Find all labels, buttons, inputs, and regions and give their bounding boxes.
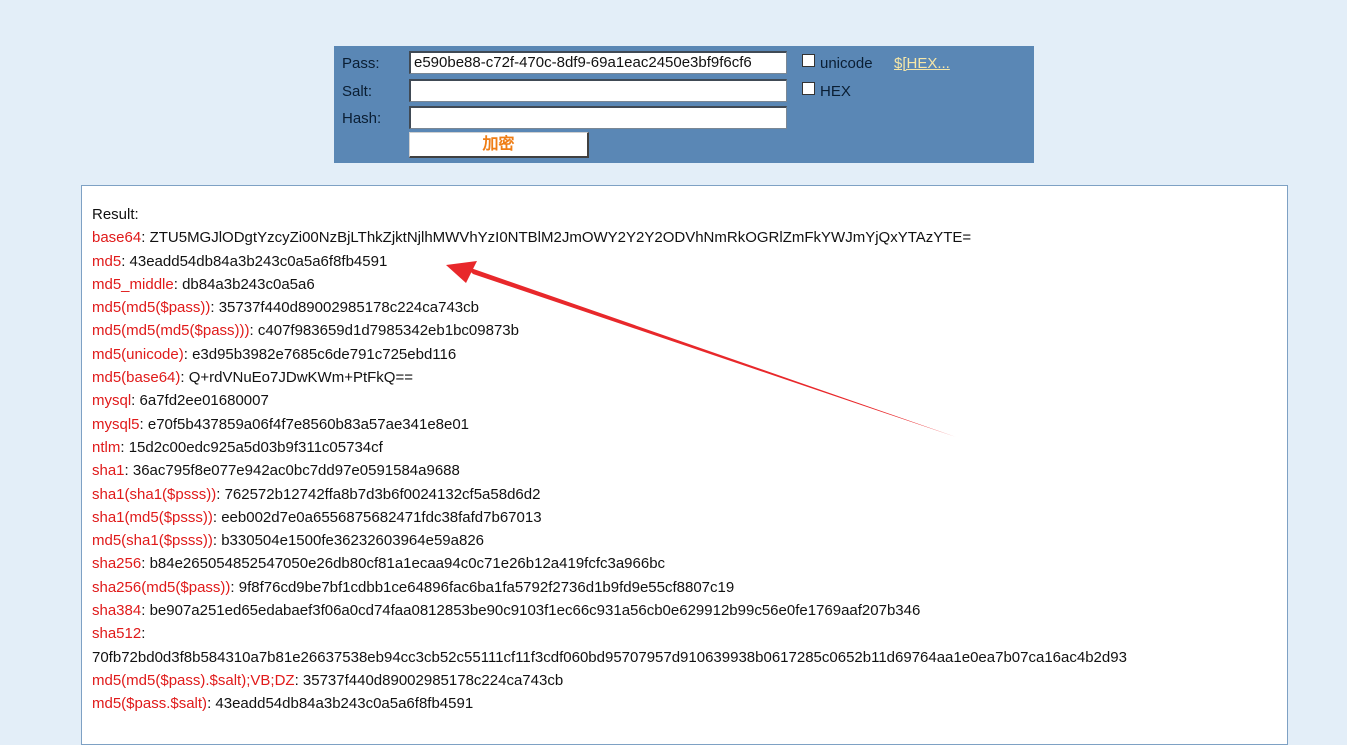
result-key: base64 (92, 229, 142, 247)
result-separator: : (141, 602, 150, 620)
result-value: 70fb72bd0d3f8b584310a7b81e26637538eb94cc… (92, 648, 1127, 666)
result-separator: : (230, 578, 239, 596)
result-content: Result: base64: ZTU5MGJlODgtYzcyZi00NzBj… (92, 203, 1127, 716)
result-value: 35737f440d89002985178c224ca743cb (302, 671, 564, 689)
result-row: md5(md5($pass).$salt);VB;DZ: 35737f440d8… (92, 669, 1127, 692)
hash-label: Hash: (342, 110, 382, 127)
result-key: ntlm (92, 438, 121, 456)
result-separator: : (294, 671, 303, 689)
hash-form-panel: Pass: Salt: Hash: e590be88-c72f-470c-8df… (334, 46, 1034, 163)
result-label: Result: (92, 206, 139, 223)
result-row: sha512: (92, 622, 1127, 645)
result-separator: : (183, 345, 193, 363)
result-key: sha384 (92, 602, 142, 620)
hex-checkbox[interactable] (802, 82, 815, 95)
result-row: base64: ZTU5MGJlODgtYzcyZi00NzBjLThkZjkt… (92, 226, 1127, 249)
result-row: sha1(md5($psss)): eeb002d7e0a65568756824… (92, 506, 1127, 529)
result-key: sha1 (92, 462, 125, 480)
pass-label: Pass: (342, 55, 380, 72)
result-key: md5(base64) (92, 369, 181, 387)
result-value: 36ac795f8e077e942ac0bc7dd97e0591584a9688 (132, 462, 460, 480)
result-value: Q+rdVNuEo7JDwKWm+PtFkQ== (188, 369, 413, 387)
unicode-checkbox[interactable] (802, 54, 815, 67)
result-value: 43eadd54db84a3b243c0a5a6f8fb4591 (215, 695, 474, 713)
result-separator: : (120, 438, 129, 456)
result-key: md5(md5(md5($pass))) (92, 322, 250, 340)
result-key: sha1(md5($psss)) (92, 508, 213, 526)
result-row: md5_middle: db84a3b243c0a5a6 (92, 273, 1127, 296)
hex-link[interactable]: $[HEX... (894, 55, 950, 72)
hash-input[interactable] (409, 106, 787, 129)
result-value: c407f983659d1d7985342eb1bc09873b (257, 322, 519, 340)
pass-input[interactable]: e590be88-c72f-470c-8df9-69a1eac2450e3bf9… (409, 51, 787, 74)
result-value: 43eadd54db84a3b243c0a5a6f8fb4591 (129, 252, 388, 270)
result-row: md5($pass.$salt): 43eadd54db84a3b243c0a5… (92, 692, 1127, 715)
salt-label: Salt: (342, 83, 373, 100)
result-separator: : (212, 508, 222, 526)
result-row: ntlm: 15d2c00edc925a5d03b9f311c05734cf (92, 436, 1127, 459)
result-row: md5(sha1($psss)): b330504e1500fe36232603… (92, 529, 1127, 552)
result-separator: : (173, 275, 183, 293)
result-separator: : (180, 369, 189, 387)
result-key: mysql5 (92, 415, 140, 433)
result-separator: : (210, 299, 219, 317)
result-row: sha384: be907a251ed65edabaef3f06a0cd74fa… (92, 599, 1127, 622)
encrypt-button[interactable]: 加密 (409, 132, 589, 158)
hex-checkbox-label: HEX (820, 83, 851, 100)
result-value: 762572b12742ffa8b7d3b6f0024132cf5a58d6d2 (224, 485, 541, 503)
result-value: b84e265054852547050e26db80cf81a1ecaa94c0… (149, 555, 666, 573)
result-row: sha256(md5($pass)): 9f8f76cd9be7bf1cdbb1… (92, 576, 1127, 599)
result-key: mysql (92, 392, 132, 410)
result-separator: : (216, 485, 225, 503)
result-value: 9f8f76cd9be7bf1cdbb1ce64896fac6ba1fa5792… (238, 578, 735, 596)
result-separator: : (212, 532, 222, 550)
result-value: 6a7fd2ee01680007 (139, 392, 269, 410)
result-value: b330504e1500fe36232603964e59a826 (221, 532, 484, 550)
result-key: md5($pass.$salt) (92, 695, 208, 713)
result-value: 15d2c00edc925a5d03b9f311c05734cf (128, 438, 383, 456)
result-row: md5(unicode): e3d95b3982e7685c6de791c725… (92, 343, 1127, 366)
result-key: sha512 (92, 625, 142, 643)
result-key: md5(md5($pass).$salt);VB;DZ (92, 671, 295, 689)
result-list: base64: ZTU5MGJlODgtYzcyZi00NzBjLThkZjkt… (92, 226, 1127, 715)
result-value: ZTU5MGJlODgtYzcyZi00NzBjLThkZjktNjlhMWVh… (149, 229, 972, 247)
result-value: db84a3b243c0a5a6 (182, 275, 315, 293)
result-key: md5_middle (92, 275, 174, 293)
result-key: md5(sha1($psss)) (92, 532, 213, 550)
result-separator: : (139, 415, 148, 433)
result-row: md5(md5(md5($pass))): c407f983659d1d7985… (92, 319, 1127, 342)
result-row: sha256: b84e265054852547050e26db80cf81a1… (92, 552, 1127, 575)
result-row: sha1: 36ac795f8e077e942ac0bc7dd97e059158… (92, 459, 1127, 482)
result-separator: : (121, 252, 130, 270)
result-key: sha1(sha1($psss)) (92, 485, 217, 503)
result-key: md5(md5($pass)) (92, 299, 211, 317)
result-row: md5(md5($pass)): 35737f440d89002985178c2… (92, 296, 1127, 319)
result-separator: : (124, 462, 133, 480)
result-panel: Result: base64: ZTU5MGJlODgtYzcyZi00NzBj… (81, 185, 1288, 745)
salt-input[interactable] (409, 79, 787, 102)
result-separator: : (141, 229, 150, 247)
result-row: mysql5: e70f5b437859a06f4f7e8560b83a57ae… (92, 413, 1127, 436)
result-key: md5(unicode) (92, 345, 184, 363)
result-row: mysql: 6a7fd2ee01680007 (92, 389, 1127, 412)
result-key: sha256(md5($pass)) (92, 578, 231, 596)
result-row: md5(base64): Q+rdVNuEo7JDwKWm+PtFkQ== (92, 366, 1127, 389)
result-value: e70f5b437859a06f4f7e8560b83a57ae341e8e01 (147, 415, 470, 433)
result-value: eeb002d7e0a6556875682471fdc38fafd7b67013 (221, 508, 542, 526)
result-row: sha1(sha1($psss)): 762572b12742ffa8b7d3b… (92, 483, 1127, 506)
result-value: e3d95b3982e7685c6de791c725ebd116 (192, 345, 457, 363)
result-key: sha256 (92, 555, 142, 573)
result-separator: : (249, 322, 258, 340)
result-row: md5: 43eadd54db84a3b243c0a5a6f8fb4591 (92, 250, 1127, 273)
result-separator: : (141, 555, 150, 573)
result-separator: : (141, 625, 146, 643)
result-value: be907a251ed65edabaef3f06a0cd74faa0812853… (149, 602, 921, 620)
result-key: md5 (92, 252, 122, 270)
result-separator: : (131, 392, 140, 410)
result-value: 35737f440d89002985178c224ca743cb (218, 299, 479, 317)
unicode-checkbox-label: unicode (820, 55, 873, 72)
result-row: 70fb72bd0d3f8b584310a7b81e26637538eb94cc… (92, 646, 1127, 669)
